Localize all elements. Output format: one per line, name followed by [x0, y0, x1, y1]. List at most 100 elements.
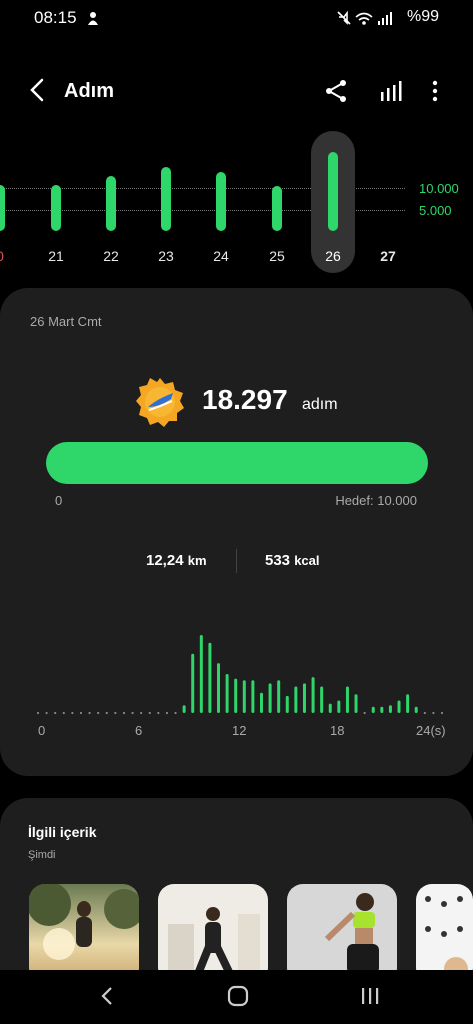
steps-unit: adım — [302, 396, 338, 413]
day-label-24[interactable]: 24 — [201, 248, 241, 264]
hourly-bar — [285, 695, 289, 713]
progress-min-label: 0 — [55, 493, 63, 508]
hourly-bar — [414, 706, 418, 713]
signal-icons — [337, 10, 392, 25]
hour-tick-label: 18 — [330, 723, 345, 738]
hourly-empty-dot — [363, 711, 366, 715]
hourly-bar — [354, 694, 358, 713]
related-thumbnail-exercise-chart[interactable] — [416, 884, 473, 984]
stat-divider — [236, 549, 237, 573]
hourly-empty-dot — [62, 711, 65, 715]
hourly-empty-dot — [432, 711, 435, 715]
related-title: İlgili içerik — [28, 824, 97, 840]
hourly-empty-dot — [45, 711, 48, 715]
nav-home-icon[interactable] — [226, 984, 250, 1008]
goal-achieved-badge-icon — [136, 378, 184, 427]
status-time: 08:15 — [34, 8, 77, 27]
hourly-bar — [268, 683, 272, 713]
notification-icon — [88, 12, 98, 25]
hourly-bar — [337, 700, 341, 713]
hourly-empty-dot — [71, 711, 74, 715]
hourly-empty-dot — [157, 711, 160, 715]
hourly-empty-dot — [97, 711, 100, 715]
hourly-bar — [294, 686, 298, 713]
hourly-bar — [225, 674, 229, 713]
page-title: Adım — [64, 80, 114, 102]
day-bar-21[interactable] — [51, 184, 61, 231]
nav-recents-icon[interactable] — [358, 984, 382, 1008]
day-label-26[interactable]: 26 — [313, 248, 353, 264]
y-label-half: 5.000 — [419, 203, 452, 218]
summary-date: 26 Mart Cmt — [30, 314, 102, 329]
hourly-steps-chart — [36, 635, 444, 715]
hourly-empty-dot — [122, 711, 126, 715]
hourly-empty-dot — [440, 711, 444, 715]
day-bar-23[interactable] — [161, 166, 171, 231]
calories-unit: kcal — [294, 553, 320, 568]
day-bar-24[interactable] — [216, 171, 226, 231]
hourly-empty-dot — [88, 711, 91, 715]
hourly-bar — [208, 642, 212, 713]
chart-icon[interactable] — [376, 76, 406, 106]
hourly-empty-dot — [54, 711, 57, 715]
hourly-bar — [311, 677, 315, 713]
progress-track — [46, 442, 428, 484]
day-label-25[interactable]: 25 — [257, 248, 297, 264]
hourly-bar — [328, 703, 332, 713]
battery-level: %99 — [406, 8, 439, 25]
hourly-empty-dot — [105, 711, 108, 715]
day-bar-0[interactable] — [0, 184, 5, 231]
day-bar-25[interactable] — [272, 186, 282, 231]
related-thumbnail-fitness[interactable] — [287, 884, 397, 984]
hourly-bar — [397, 700, 401, 713]
hourly-empty-dot — [79, 711, 83, 715]
hourly-empty-dot — [36, 711, 40, 715]
back-button[interactable] — [22, 74, 52, 106]
day-bar-22[interactable] — [106, 176, 116, 231]
hourly-bar — [345, 686, 349, 713]
hour-tick-label: 6 — [135, 723, 143, 738]
hourly-bar — [182, 705, 186, 713]
day-label-0[interactable]: 0 — [0, 248, 20, 264]
hourly-empty-dot — [423, 711, 426, 715]
goal-label: Hedef: 10.000 — [335, 493, 417, 508]
distance-unit: km — [187, 553, 207, 568]
hourly-empty-dot — [140, 711, 143, 715]
calories-stat: 533 kcal — [265, 552, 320, 569]
hourly-bar — [380, 706, 384, 713]
hourly-empty-dot — [131, 711, 134, 715]
hourly-empty-dot — [174, 711, 177, 715]
steps-total: 18.297 — [202, 384, 288, 415]
hourly-bar — [371, 706, 375, 713]
distance-value: 12,24 — [146, 552, 184, 569]
day-label-21[interactable]: 21 — [36, 248, 76, 264]
day-label-22[interactable]: 22 — [91, 248, 131, 264]
hourly-bar — [217, 663, 221, 713]
day-bar-26[interactable] — [328, 152, 338, 231]
day-label-23[interactable]: 23 — [146, 248, 186, 264]
day-label-27[interactable]: 27 — [368, 248, 408, 264]
progress-fill — [46, 442, 428, 484]
hourly-bar — [259, 692, 263, 713]
hourly-empty-dot — [165, 711, 169, 715]
hourly-bar — [302, 683, 306, 713]
hour-tick-label: 24(s) — [416, 723, 446, 738]
hourly-bar — [242, 680, 246, 713]
hourly-bar — [277, 680, 281, 713]
distance-stat: 12,24 km — [146, 552, 207, 569]
hourly-bar — [191, 653, 195, 713]
more-options-icon[interactable] — [420, 76, 450, 106]
hour-tick-label: 0 — [38, 723, 46, 738]
hour-tick-label: 12 — [232, 723, 247, 738]
hourly-empty-dot — [114, 711, 117, 715]
calories-value: 533 — [265, 552, 291, 569]
share-icon[interactable] — [321, 76, 351, 106]
related-thumbnail-running[interactable] — [29, 884, 139, 984]
hourly-bar — [234, 678, 238, 713]
related-subtitle: Şimdi — [28, 849, 56, 861]
hourly-bar — [388, 705, 392, 713]
related-thumbnail-yoga[interactable] — [158, 884, 268, 984]
y-label-goal: 10.000 — [419, 181, 459, 196]
hourly-bar — [320, 686, 324, 713]
nav-back-icon[interactable] — [96, 984, 118, 1008]
